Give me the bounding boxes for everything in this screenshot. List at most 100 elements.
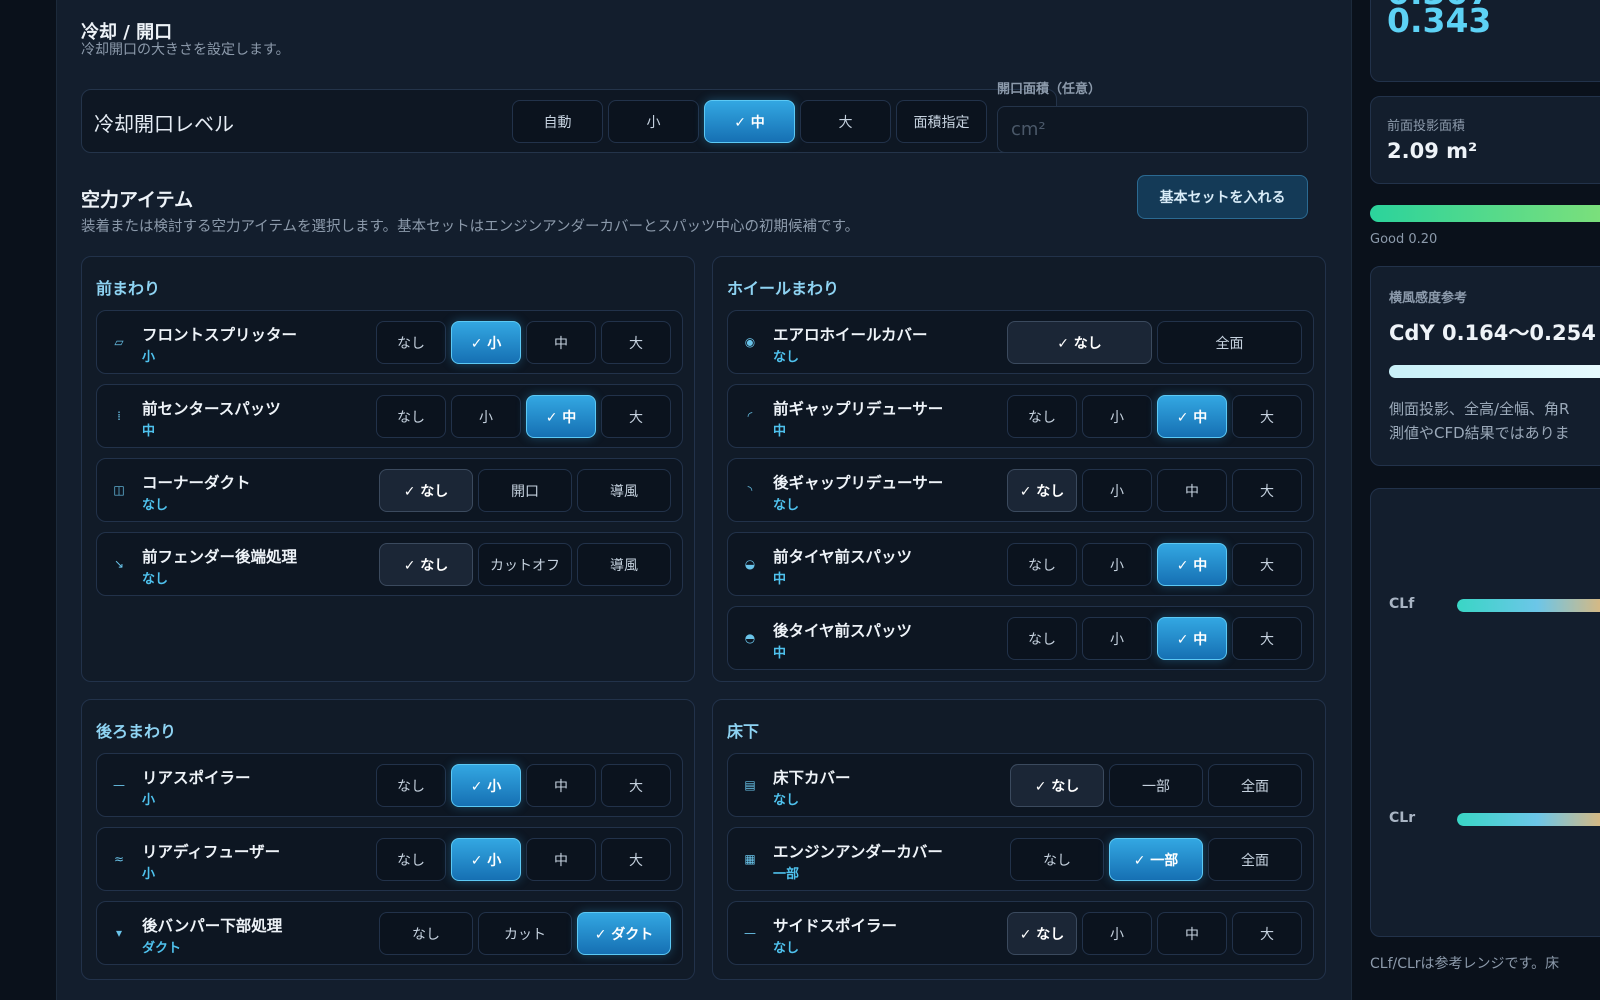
- option-full[interactable]: 全面: [1208, 764, 1302, 807]
- option-none[interactable]: ✓ なし: [1007, 469, 1077, 512]
- cooling-option-auto[interactable]: 自動: [512, 100, 603, 143]
- item-value: 一部: [773, 867, 800, 882]
- option-none[interactable]: なし: [1007, 395, 1077, 438]
- item-value: 中: [773, 572, 787, 587]
- option-large[interactable]: 大: [601, 321, 671, 364]
- item-name: エアロホイールカバー: [773, 326, 928, 344]
- arrow-down-right-icon: ↘: [113, 557, 125, 571]
- option-none[interactable]: ✓ なし: [1007, 321, 1152, 364]
- option-large[interactable]: 大: [1232, 395, 1302, 438]
- option-large[interactable]: 大: [1232, 617, 1302, 660]
- opening-area-input[interactable]: [997, 106, 1308, 153]
- front-splitter-icon: ▱: [114, 335, 124, 349]
- option-none[interactable]: ✓ なし: [1010, 764, 1104, 807]
- crosswind-note: 側面投影、全高/全幅、角R 測値やCFD結果ではありま: [1389, 397, 1570, 445]
- item-options: なし 小 ✓ 中 大: [376, 395, 671, 438]
- option-large[interactable]: 大: [1232, 543, 1302, 586]
- option-none[interactable]: なし: [376, 838, 446, 881]
- option-none[interactable]: ✓ なし: [379, 469, 473, 512]
- option-none[interactable]: なし: [1010, 838, 1104, 881]
- option-medium[interactable]: ✓ 中: [1157, 543, 1227, 586]
- option-small[interactable]: ✓ 小: [451, 321, 521, 364]
- group-title: ホイールまわり: [727, 279, 840, 298]
- option-full[interactable]: 全面: [1208, 838, 1302, 881]
- center-spats-icon: ⁞: [117, 409, 121, 423]
- frontal-area-label: 前面投影面積: [1387, 119, 1466, 134]
- aero-item-row: ◜ 前ギャップリデューサー 中 なし 小 ✓ 中 大: [727, 384, 1314, 448]
- item-value: 中: [142, 424, 156, 439]
- aero-item-row: ◉ エアロホイールカバー なし ✓ なし 全面: [727, 310, 1314, 374]
- cd-value-card: 0.307 0.343: [1370, 0, 1600, 82]
- rear-spoiler-icon: —: [113, 778, 125, 792]
- basic-set-button[interactable]: 基本セットを入れる: [1137, 175, 1308, 219]
- option-medium[interactable]: 中: [526, 321, 596, 364]
- aero-item-row: — サイドスポイラー なし ✓ なし 小 中 大: [727, 901, 1314, 965]
- option-open[interactable]: 開口: [478, 469, 572, 512]
- option-small[interactable]: ✓ 小: [451, 764, 521, 807]
- option-large[interactable]: 大: [601, 395, 671, 438]
- item-value: なし: [773, 498, 800, 513]
- option-none[interactable]: なし: [1007, 617, 1077, 660]
- rating-bar: [1370, 205, 1600, 222]
- group-rear: 後ろまわり — リアスポイラー 小 なし ✓ 小 中 大 ≈ リアディフューザー…: [81, 699, 695, 980]
- option-guide[interactable]: 導風: [577, 543, 671, 586]
- item-options: ✓ なし 開口 導風: [379, 469, 671, 512]
- cd-value-main: 0.343: [1387, 1, 1492, 40]
- clr-bar: [1457, 813, 1600, 826]
- option-small[interactable]: 小: [451, 395, 521, 438]
- option-medium[interactable]: 中: [1157, 912, 1227, 955]
- option-medium[interactable]: 中: [1157, 469, 1227, 512]
- cooling-level-options: 自動 小 ✓ 中 大 面積指定: [512, 100, 987, 143]
- item-name: 後タイヤ前スパッツ: [773, 622, 913, 640]
- cooling-option-medium[interactable]: ✓ 中: [704, 100, 795, 143]
- cooling-option-large[interactable]: 大: [800, 100, 891, 143]
- option-small[interactable]: 小: [1082, 617, 1152, 660]
- item-name: 前ギャップリデューサー: [773, 400, 944, 418]
- cooling-option-small[interactable]: 小: [608, 100, 699, 143]
- option-cut[interactable]: カット: [478, 912, 572, 955]
- option-small[interactable]: 小: [1082, 543, 1152, 586]
- option-medium[interactable]: 中: [526, 764, 596, 807]
- aero-item-row: ▤ 床下カバー なし ✓ なし 一部 全面: [727, 753, 1314, 817]
- option-small[interactable]: 小: [1082, 912, 1152, 955]
- item-name: リアディフューザー: [142, 843, 281, 861]
- option-large[interactable]: 大: [1232, 912, 1302, 955]
- option-small[interactable]: 小: [1082, 395, 1152, 438]
- option-none[interactable]: なし: [379, 912, 473, 955]
- lift-card: CLf CLr: [1370, 488, 1600, 937]
- crosswind-value: CdY 0.164〜0.254: [1389, 321, 1596, 345]
- item-value: 小: [142, 793, 156, 808]
- item-value: 小: [142, 350, 156, 365]
- option-medium[interactable]: ✓ 中: [1157, 395, 1227, 438]
- option-guide[interactable]: 導風: [577, 469, 671, 512]
- aero-item-row: ▾ 後バンパー下部処理 ダクト なし カット ✓ ダクト: [96, 901, 683, 965]
- option-none[interactable]: なし: [376, 321, 446, 364]
- item-options: なし ✓ 一部 全面: [1010, 838, 1302, 881]
- option-small[interactable]: 小: [1082, 469, 1152, 512]
- option-none[interactable]: なし: [376, 764, 446, 807]
- option-none[interactable]: ✓ なし: [379, 543, 473, 586]
- option-small[interactable]: ✓ 小: [451, 838, 521, 881]
- option-medium[interactable]: ✓ 中: [526, 395, 596, 438]
- option-none[interactable]: なし: [376, 395, 446, 438]
- item-name: 床下カバー: [773, 769, 851, 787]
- option-medium[interactable]: ✓ 中: [1157, 617, 1227, 660]
- option-duct[interactable]: ✓ ダクト: [577, 912, 671, 955]
- option-partial[interactable]: 一部: [1109, 764, 1203, 807]
- item-options: ✓ なし 小 中 大: [1007, 469, 1302, 512]
- option-medium[interactable]: 中: [526, 838, 596, 881]
- clr-label: CLr: [1389, 810, 1416, 826]
- option-large[interactable]: 大: [601, 838, 671, 881]
- option-large[interactable]: 大: [1232, 469, 1302, 512]
- group-title: 床下: [727, 722, 760, 741]
- option-large[interactable]: 大: [601, 764, 671, 807]
- option-none[interactable]: ✓ なし: [1007, 912, 1077, 955]
- option-cutoff[interactable]: カットオフ: [478, 543, 572, 586]
- option-partial[interactable]: ✓ 一部: [1109, 838, 1203, 881]
- aero-item-row: ◝ 後ギャップリデューサー なし ✓ なし 小 中 大: [727, 458, 1314, 522]
- option-full[interactable]: 全面: [1157, 321, 1302, 364]
- option-none[interactable]: なし: [1007, 543, 1077, 586]
- item-name: フロントスプリッター: [142, 326, 298, 344]
- clf-bar: [1457, 599, 1600, 612]
- cooling-option-area[interactable]: 面積指定: [896, 100, 987, 143]
